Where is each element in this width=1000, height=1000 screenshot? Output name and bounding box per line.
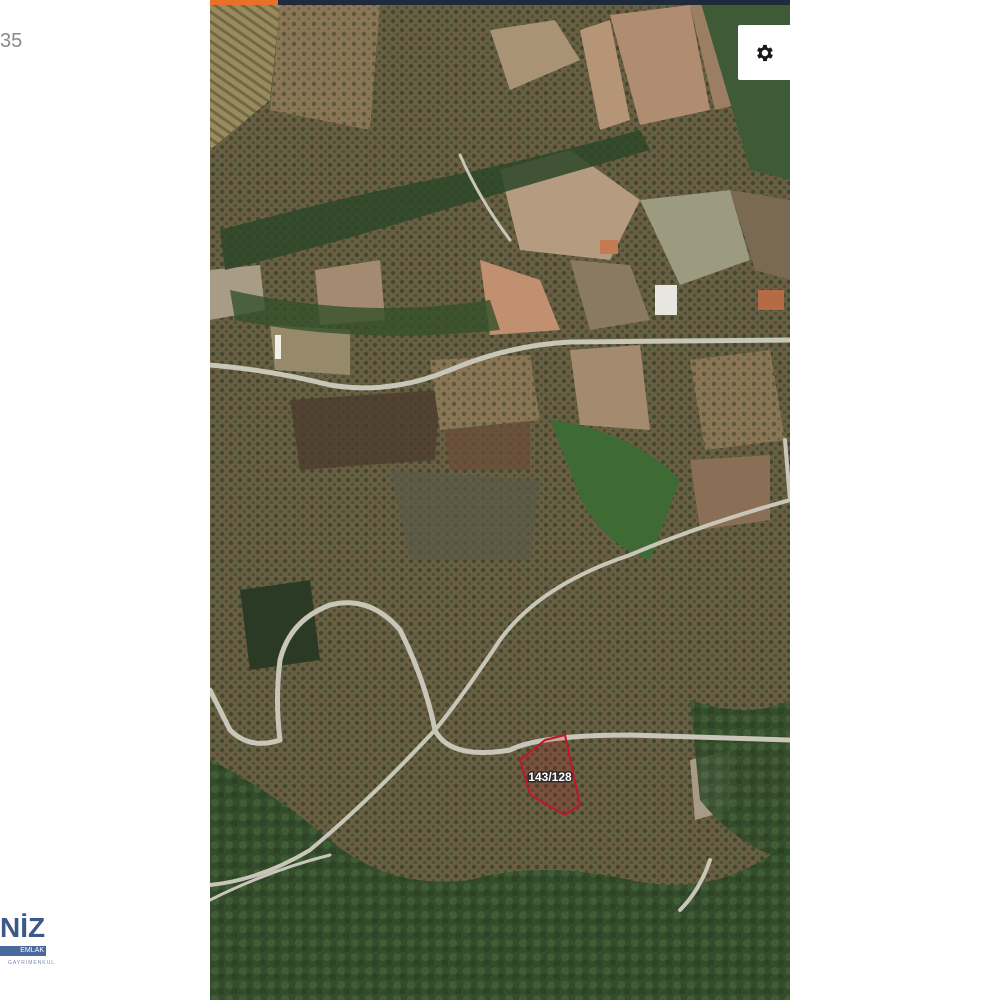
map-top-bar [210, 0, 790, 5]
page-number-text: 35 [0, 30, 23, 52]
left-margin [0, 0, 210, 1000]
agency-logo: NİZ EMLAK GAYRİMENKUL [0, 912, 54, 972]
right-margin [790, 0, 1000, 1000]
map-imagery: 143/128 [210, 0, 790, 1000]
satellite-map[interactable]: 143/128 [210, 0, 790, 1000]
logo-subtitle: EMLAK [0, 946, 46, 956]
parcel-label: 143/128 [528, 770, 572, 784]
map-settings-button[interactable] [738, 25, 790, 80]
gear-icon [757, 44, 773, 61]
map-top-accent [210, 0, 278, 5]
logo-wordmark: NİZ [0, 912, 46, 943]
logo-tagline: GAYRİMENKUL [8, 960, 56, 966]
